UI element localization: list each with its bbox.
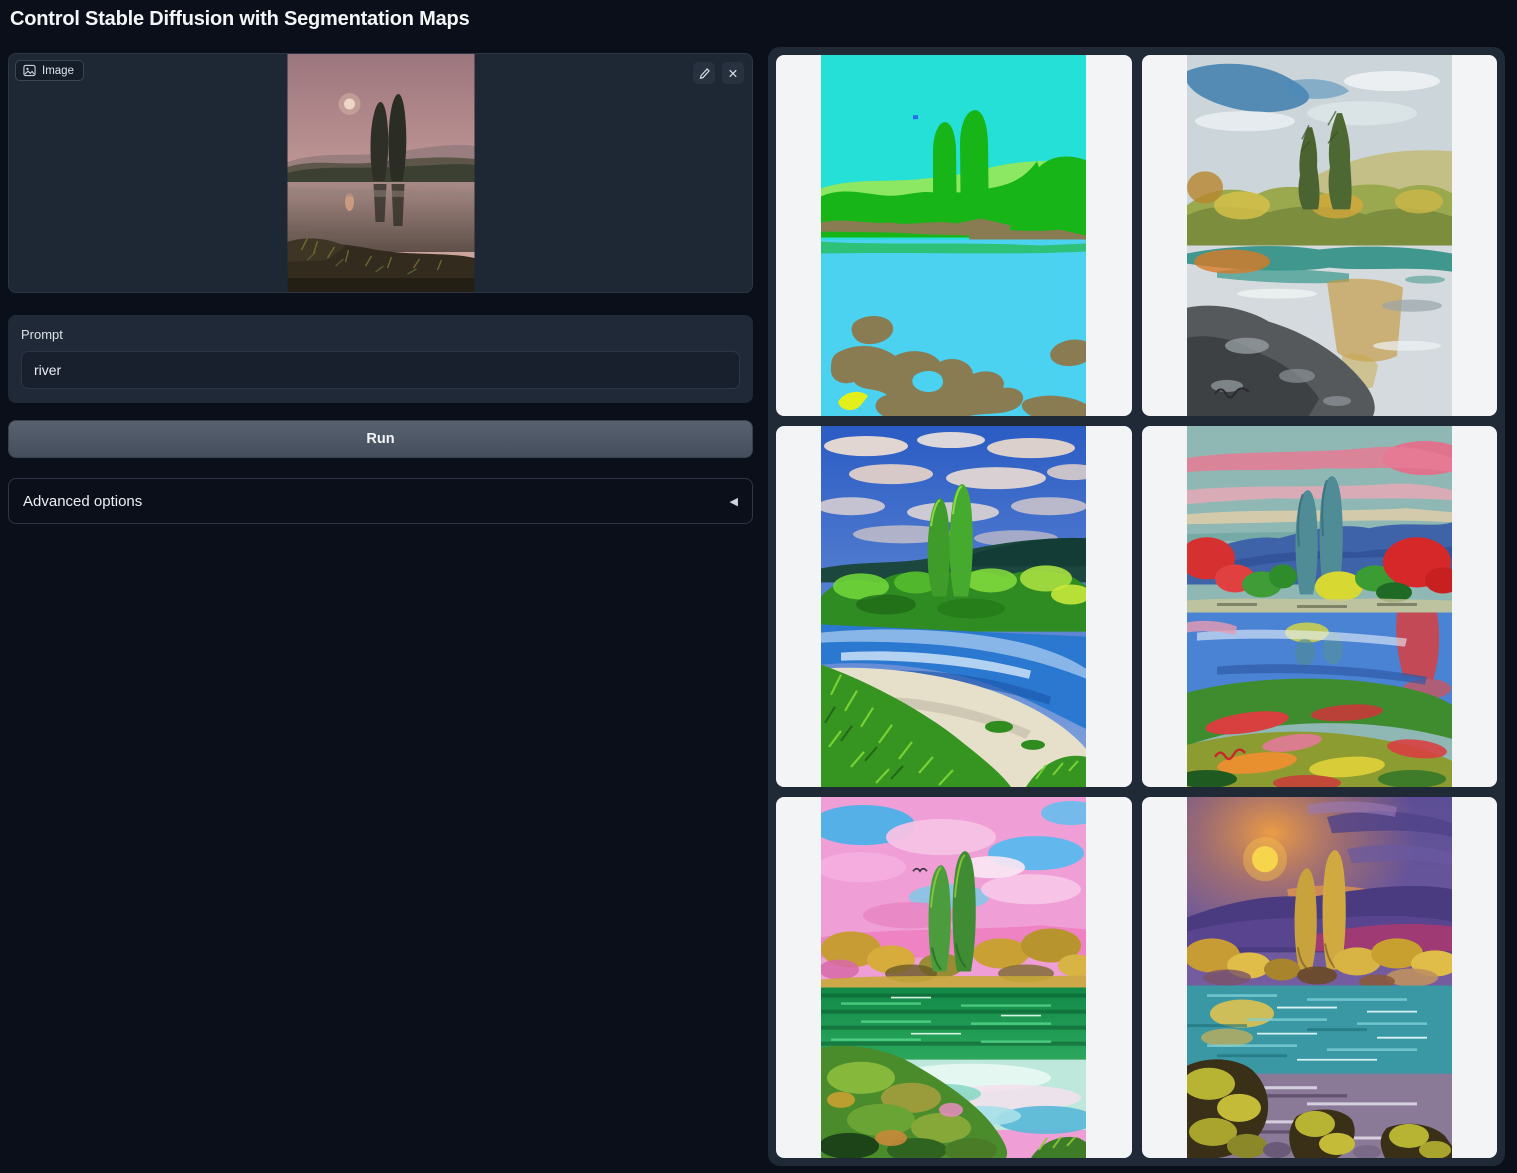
uploaded-image-art bbox=[287, 54, 474, 293]
fauvist-red-river-image bbox=[1187, 426, 1452, 787]
left-column: Image ✕ bbox=[8, 53, 753, 524]
gallery-item-segmentation-map[interactable] bbox=[776, 55, 1132, 416]
page-title: Control Stable Diffusion with Segmentati… bbox=[10, 8, 470, 31]
result-gallery bbox=[768, 47, 1505, 1166]
app: Control Stable Diffusion with Segmentati… bbox=[0, 0, 1517, 1173]
prompt-input[interactable] bbox=[21, 351, 740, 389]
collapse-arrow-icon: ◀ bbox=[730, 495, 738, 508]
clear-image-button[interactable]: ✕ bbox=[722, 62, 744, 84]
run-button[interactable]: Run bbox=[8, 420, 753, 458]
vivid-green-river-image bbox=[821, 426, 1086, 787]
advanced-options-accordion[interactable]: Advanced options ◀ bbox=[8, 478, 753, 524]
pencil-icon bbox=[698, 67, 711, 80]
pink-sky-river-image bbox=[821, 797, 1086, 1158]
prompt-label: Prompt bbox=[21, 327, 740, 342]
image-actions: ✕ bbox=[693, 62, 744, 84]
segmentation-map-image bbox=[821, 55, 1086, 416]
picture-icon bbox=[23, 64, 36, 77]
edit-image-button[interactable] bbox=[693, 62, 715, 84]
close-icon: ✕ bbox=[728, 66, 738, 81]
gallery-item-fauvist-red-river[interactable] bbox=[1142, 426, 1498, 787]
image-input-label: Image bbox=[15, 60, 84, 81]
uploaded-image bbox=[287, 54, 474, 293]
prompt-panel: Prompt bbox=[8, 315, 753, 403]
golden-sunset-river-image bbox=[1187, 797, 1452, 1158]
image-input-component: Image ✕ bbox=[8, 53, 753, 293]
gallery-item-pink-sky-river[interactable] bbox=[776, 797, 1132, 1158]
gallery-item-watercolor-river[interactable] bbox=[1142, 55, 1498, 416]
advanced-options-label: Advanced options bbox=[23, 493, 142, 510]
watercolor-river-image bbox=[1187, 55, 1452, 416]
gallery-item-golden-sunset-river[interactable] bbox=[1142, 797, 1498, 1158]
gallery-item-vivid-green-river[interactable] bbox=[776, 426, 1132, 787]
image-input-label-text: Image bbox=[42, 65, 74, 77]
